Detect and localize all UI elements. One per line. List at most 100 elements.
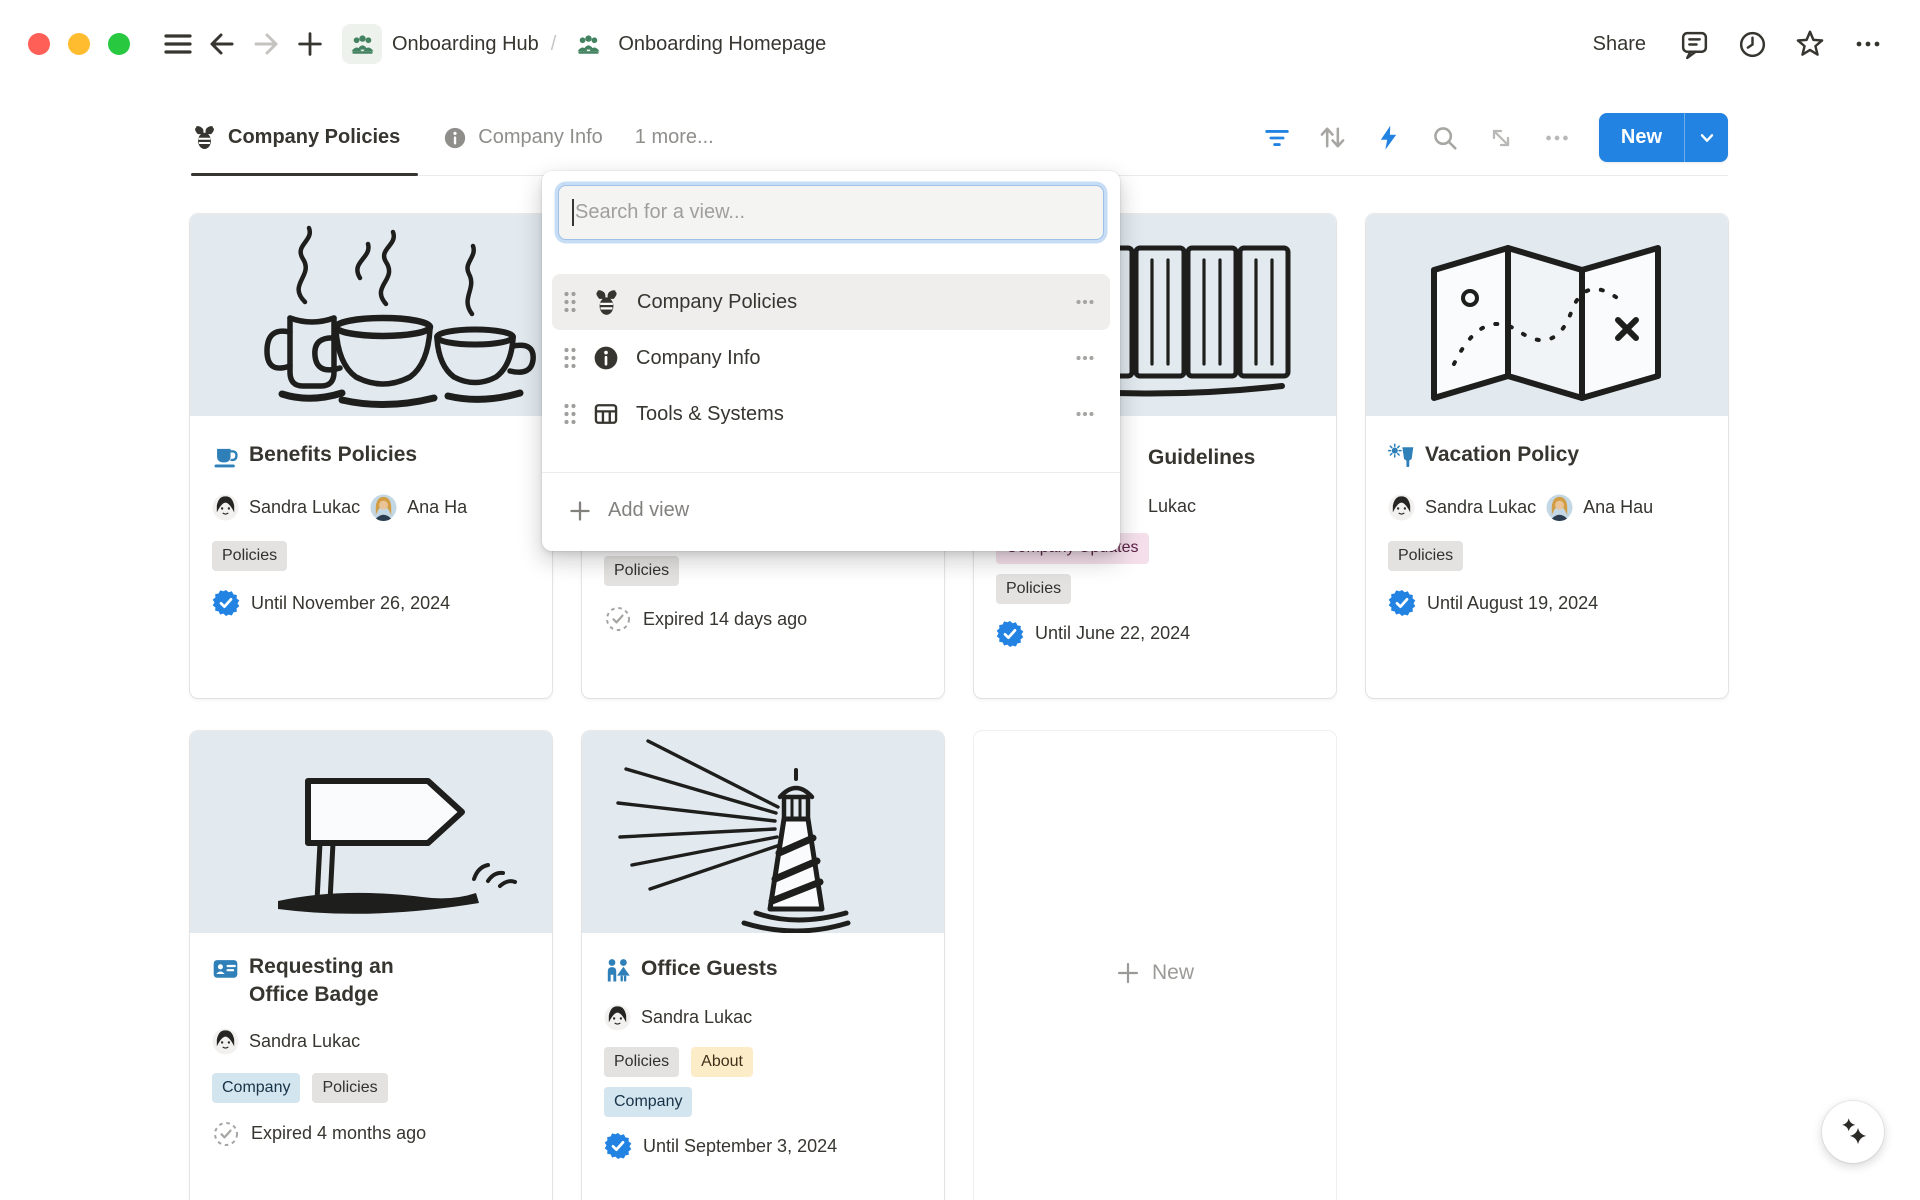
bee-icon (592, 288, 621, 317)
views-dropdown-menu: Company Policies Company Info (542, 171, 1120, 551)
card-office-guests[interactable]: Office Guests Sandra Lukac Policies Abou… (582, 731, 944, 1200)
sidebar-menu-button[interactable] (156, 22, 200, 66)
tag: Company (604, 1087, 692, 1117)
verified-badge-icon (604, 1132, 632, 1160)
tag: Company (212, 1073, 300, 1103)
view-search-input[interactable] (558, 185, 1104, 240)
breadcrumb-separator: / (551, 33, 557, 56)
filter-button[interactable] (1253, 118, 1301, 158)
forward-button[interactable] (244, 22, 288, 66)
card-people-row: Sandra Lukac Ana Ha (212, 494, 552, 521)
card-cover (582, 731, 944, 933)
tab-company-policies[interactable]: Company Policies (191, 100, 418, 175)
breadcrumb-label-homepage[interactable]: Onboarding Homepage (618, 33, 826, 56)
avatar (212, 1028, 239, 1055)
view-search (558, 185, 1104, 240)
card-tags: Company (604, 1087, 922, 1117)
card-people-row: Lukac (1148, 496, 1336, 517)
view-item-options-button[interactable] (1072, 401, 1098, 427)
view-item-label: Company Policies (637, 291, 797, 314)
plus-icon (568, 499, 592, 523)
back-button[interactable] (200, 22, 244, 66)
search-icon (1430, 123, 1460, 153)
card-tags: Company Policies (212, 1073, 530, 1103)
avatar (212, 494, 239, 521)
tag: Policies (212, 541, 287, 571)
card-tags: Policies (212, 541, 530, 571)
close-window-button[interactable] (28, 33, 50, 55)
drag-handle-icon[interactable] (562, 345, 578, 371)
card-status-row: Until June 22, 2024 (996, 620, 1314, 648)
topbar-actions: Share (1581, 22, 1890, 66)
breadcrumb-label-hub[interactable]: Onboarding Hub (392, 33, 539, 56)
avatar (604, 1004, 631, 1031)
automations-button[interactable] (1365, 118, 1413, 158)
comment-icon (1678, 28, 1711, 61)
card-title: Benefits Policies (249, 441, 417, 469)
card-status-row: Expired 14 days ago (604, 605, 922, 633)
avatar (1546, 494, 1573, 521)
more-views-button[interactable]: 1 more... (635, 126, 714, 149)
new-page-button[interactable] (288, 22, 332, 66)
breadcrumb-item-homepage[interactable] (568, 24, 608, 64)
tag: Policies (1388, 541, 1463, 571)
card-tags: Policies (1388, 541, 1706, 571)
card-status-row: Until November 26, 2024 (212, 589, 530, 617)
filter-icon (1262, 123, 1292, 153)
person-name: Ana Ha (407, 497, 467, 518)
tag: Policies (604, 1047, 679, 1077)
people-group-icon (575, 31, 602, 58)
card-status-row: Until September 3, 2024 (604, 1132, 922, 1160)
history-button[interactable] (1730, 22, 1774, 66)
status-text: Until June 22, 2024 (1035, 623, 1190, 644)
new-record-button[interactable]: New (1599, 113, 1684, 162)
status-text: Expired 14 days ago (643, 609, 807, 630)
new-card-button[interactable]: New (974, 731, 1336, 1200)
tab-company-info[interactable]: Company Info (442, 100, 603, 175)
tab-label: Company Info (478, 126, 603, 149)
verified-badge-icon (996, 620, 1024, 648)
zoom-window-button[interactable] (108, 33, 130, 55)
text-caret (572, 199, 574, 226)
card-title: Office Guests (641, 955, 778, 983)
expired-check-icon (212, 1120, 240, 1148)
share-button[interactable]: Share (1581, 25, 1658, 64)
new-record-dropdown-button[interactable] (1684, 113, 1728, 162)
view-options-button[interactable] (1533, 118, 1581, 158)
card-vacation-policy[interactable]: Vacation Policy Sandra Lukac Ana Hau Pol… (1366, 214, 1728, 698)
card-people-row: Sandra Lukac (212, 1028, 552, 1055)
search-view-button[interactable] (1421, 118, 1469, 158)
comments-button[interactable] (1672, 22, 1716, 66)
expand-button[interactable] (1477, 118, 1525, 158)
card-status-row: Expired 4 months ago (212, 1120, 530, 1148)
view-item-company-policies[interactable]: Company Policies (552, 274, 1110, 330)
card-benefits-policies[interactable]: Benefits Policies Sandra Lukac Ana Ha Po… (190, 214, 552, 698)
person-name: Sandra Lukac (1425, 497, 1536, 518)
view-item-tools-systems[interactable]: Tools & Systems (552, 386, 1110, 442)
minimize-window-button[interactable] (68, 33, 90, 55)
avatar (1388, 494, 1415, 521)
mug-icon (212, 443, 239, 470)
person-name: Ana Hau (1583, 497, 1653, 518)
window-titlebar: Onboarding Hub / Onboarding Homepage Sha… (0, 0, 1920, 88)
view-item-options-button[interactable] (1072, 345, 1098, 371)
ellipsis-icon (1542, 123, 1572, 153)
view-item-options-button[interactable] (1072, 289, 1098, 315)
notion-ai-button[interactable] (1822, 1101, 1884, 1163)
breadcrumb-item-hub[interactable] (342, 24, 382, 64)
card-requesting-office-badge[interactable]: Requesting an Office Badge Sandra Lukac … (190, 731, 552, 1200)
avatar (370, 494, 397, 521)
view-item-company-info[interactable]: Company Info (552, 330, 1110, 386)
drag-handle-icon[interactable] (562, 401, 578, 427)
new-record-split-button: New (1599, 113, 1728, 162)
card-cover (190, 214, 552, 416)
more-options-button[interactable] (1846, 22, 1890, 66)
sort-button[interactable] (1309, 118, 1357, 158)
drag-handle-icon[interactable] (562, 289, 578, 315)
card-title-row: Benefits Policies (212, 441, 530, 470)
add-view-button[interactable]: Add view (542, 473, 1120, 548)
card-body: Vacation Policy Sandra Lukac Ana Hau Pol… (1366, 441, 1728, 617)
favorite-button[interactable] (1788, 22, 1832, 66)
back-arrow-icon (206, 28, 238, 60)
plus-icon (1116, 961, 1140, 985)
